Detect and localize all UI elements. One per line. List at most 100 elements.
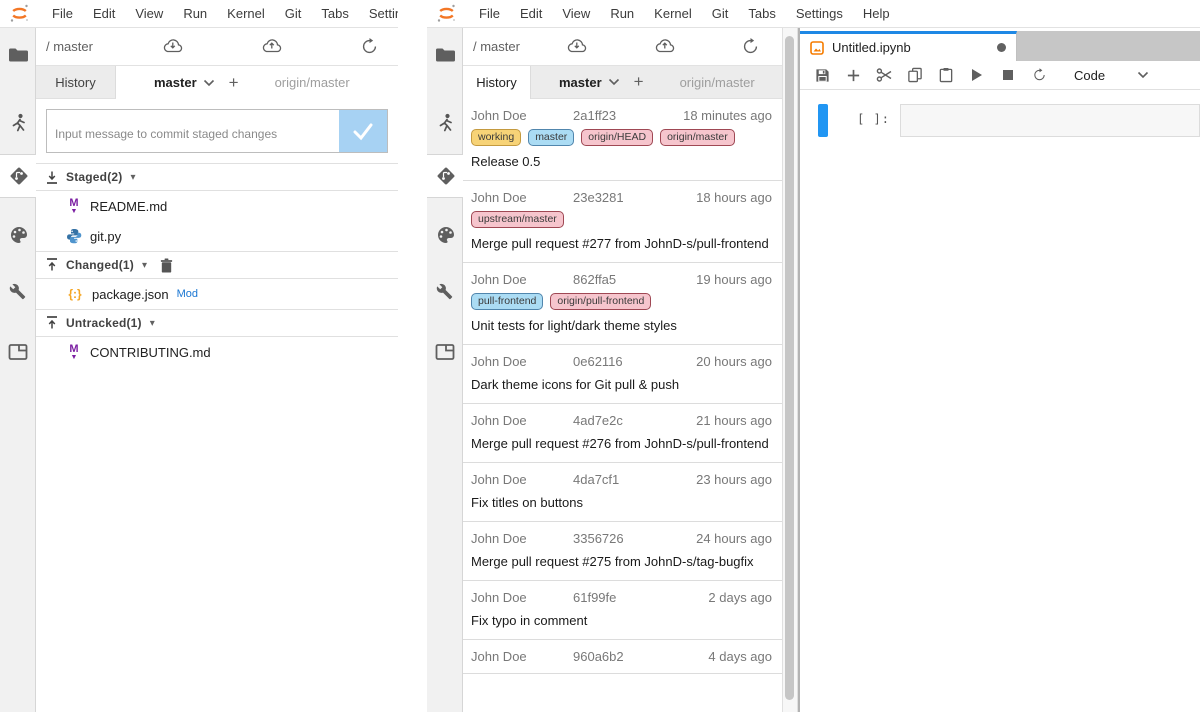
caret-down-icon[interactable]: ▾ [150, 318, 155, 329]
sidebar-item-git[interactable] [0, 154, 37, 198]
menu-tabs[interactable]: Tabs [311, 6, 358, 21]
commit-entry[interactable]: John Doe 4ad7e2c 21 hours ago Merge pull… [463, 404, 782, 463]
git-panel: / master History master + origin/master [36, 28, 398, 712]
file-row-readme[interactable]: M▼ README.md [36, 191, 398, 221]
menu-run[interactable]: Run [600, 6, 644, 21]
commit-entry[interactable]: John Doe 4da7cf1 23 hours ago Fix titles… [463, 463, 782, 522]
cloud-push-icon [653, 37, 677, 55]
tab-branch[interactable]: master + origin/master [531, 66, 782, 99]
left-sidebar [427, 28, 463, 712]
refresh-button[interactable] [360, 36, 379, 57]
sidebar-item-commands[interactable] [427, 212, 463, 256]
file-row-contributing[interactable]: M▼ CONTRIBUTING.md [36, 337, 398, 367]
sidebar-item-running[interactable] [427, 100, 463, 144]
commit-entry[interactable]: John Doe 862ffa5 19 hours ago pull-front… [463, 263, 782, 345]
menu-file[interactable]: File [42, 6, 83, 21]
chevron-down-icon[interactable] [608, 78, 620, 86]
file-row-gitpy[interactable]: git.py [36, 221, 398, 251]
menu-kernel[interactable]: Kernel [217, 6, 275, 21]
git-push-button[interactable] [653, 37, 677, 55]
commit-author: John Doe [471, 272, 573, 287]
menu-file[interactable]: File [469, 6, 510, 21]
code-cell[interactable]: [ ]: [800, 104, 1200, 137]
sidebar-item-commands[interactable] [0, 212, 36, 256]
restart-kernel-button[interactable] [1031, 67, 1047, 83]
menu-run[interactable]: Run [173, 6, 217, 21]
menu-help[interactable]: Help [853, 6, 900, 21]
sidebar-item-running[interactable] [0, 100, 36, 144]
cut-cell-button[interactable] [876, 67, 892, 83]
check-icon [352, 121, 374, 141]
menu-edit[interactable]: Edit [83, 6, 125, 21]
history-scrollbar[interactable] [782, 28, 798, 712]
branch-name[interactable]: master [154, 75, 197, 90]
sidebar-item-tabs[interactable] [427, 330, 463, 374]
running-icon [436, 113, 454, 132]
tab-history[interactable]: History [463, 66, 531, 99]
sidebar-item-tabs[interactable] [0, 330, 36, 374]
sidebar-item-files[interactable] [427, 32, 463, 76]
cell-type-select[interactable]: Code [1074, 68, 1105, 83]
commit-button[interactable] [339, 110, 387, 152]
jupyterlab-window-left: File Edit View Run Kernel Git Tabs Setti… [0, 0, 398, 712]
caret-down-icon[interactable]: ▾ [142, 260, 147, 271]
untracked-section-header[interactable]: Untracked(1) ▾ [36, 309, 398, 337]
chevron-down-icon[interactable] [203, 79, 215, 87]
menu-git[interactable]: Git [275, 6, 312, 21]
tab-branch[interactable]: master + origin/master [116, 66, 398, 99]
notebook-tab[interactable]: Untitled.ipynb [800, 31, 1017, 61]
new-branch-button[interactable]: + [634, 72, 644, 92]
commit-entry[interactable]: John Doe 2a1ff23 18 minutes ago working … [463, 99, 782, 181]
menu-settings[interactable]: Settings [359, 6, 398, 21]
menu-edit[interactable]: Edit [510, 6, 552, 21]
changed-section-header[interactable]: Changed(1) ▾ [36, 251, 398, 279]
refresh-icon [741, 36, 760, 57]
commit-entry[interactable]: John Doe 0e62116 20 hours ago Dark theme… [463, 345, 782, 404]
commit-message-input[interactable] [47, 110, 339, 152]
menu-kernel[interactable]: Kernel [644, 6, 702, 21]
staged-section-header[interactable]: Staged(2) ▾ [36, 163, 398, 191]
menu-view[interactable]: View [125, 6, 173, 21]
copy-cell-button[interactable] [907, 67, 923, 83]
scrollbar-thumb[interactable] [785, 36, 794, 700]
tab-history[interactable]: History [36, 66, 116, 99]
add-cell-button[interactable] [845, 67, 861, 83]
git-pull-button[interactable] [161, 37, 185, 55]
stop-kernel-button[interactable] [1000, 67, 1016, 83]
commit-entry[interactable]: John Doe 960a6b2 4 days ago [463, 640, 782, 674]
menu-view[interactable]: View [552, 6, 600, 21]
cell-editor[interactable] [900, 104, 1200, 137]
git-push-button[interactable] [260, 37, 284, 55]
git-pull-button[interactable] [565, 37, 589, 55]
commit-entry[interactable]: John Doe 61f99fe 2 days ago Fix typo in … [463, 581, 782, 640]
commit-entry[interactable]: John Doe 23e3281 18 hours ago upstream/m… [463, 181, 782, 263]
sidebar-item-git[interactable] [427, 154, 464, 198]
sidebar-item-files[interactable] [0, 32, 36, 76]
sidebar-item-inspector[interactable] [427, 270, 463, 314]
menu-git[interactable]: Git [702, 6, 739, 21]
commit-entry[interactable]: John Doe 3356726 24 hours ago Merge pull… [463, 522, 782, 581]
cell-collapser[interactable] [818, 104, 828, 137]
commit-hash: 2a1ff23 [573, 108, 683, 123]
branch-tag: origin/master [660, 129, 735, 146]
commit-author: John Doe [471, 190, 573, 205]
paste-cell-button[interactable] [938, 67, 954, 83]
branch-name[interactable]: master [559, 75, 602, 90]
new-branch-button[interactable]: + [229, 73, 239, 93]
menu-tabs[interactable]: Tabs [738, 6, 785, 21]
dirty-dot[interactable] [997, 43, 1006, 52]
sidebar-item-inspector[interactable] [0, 270, 36, 314]
run-cell-button[interactable] [969, 67, 985, 83]
refresh-button[interactable] [741, 36, 760, 57]
file-row-packagejson[interactable]: {:} package.json Mod [36, 279, 398, 309]
chevron-down-icon[interactable] [1137, 71, 1149, 79]
paste-icon [938, 67, 954, 83]
save-button[interactable] [814, 67, 830, 83]
menu-settings[interactable]: Settings [786, 6, 853, 21]
remote-branch-label: origin/master [680, 75, 755, 90]
repo-path: / master [46, 39, 93, 54]
caret-down-icon[interactable]: ▾ [130, 172, 135, 183]
git-tabbar: History master + origin/master [463, 66, 782, 99]
trash-icon[interactable] [159, 257, 174, 274]
python-icon [66, 228, 82, 244]
